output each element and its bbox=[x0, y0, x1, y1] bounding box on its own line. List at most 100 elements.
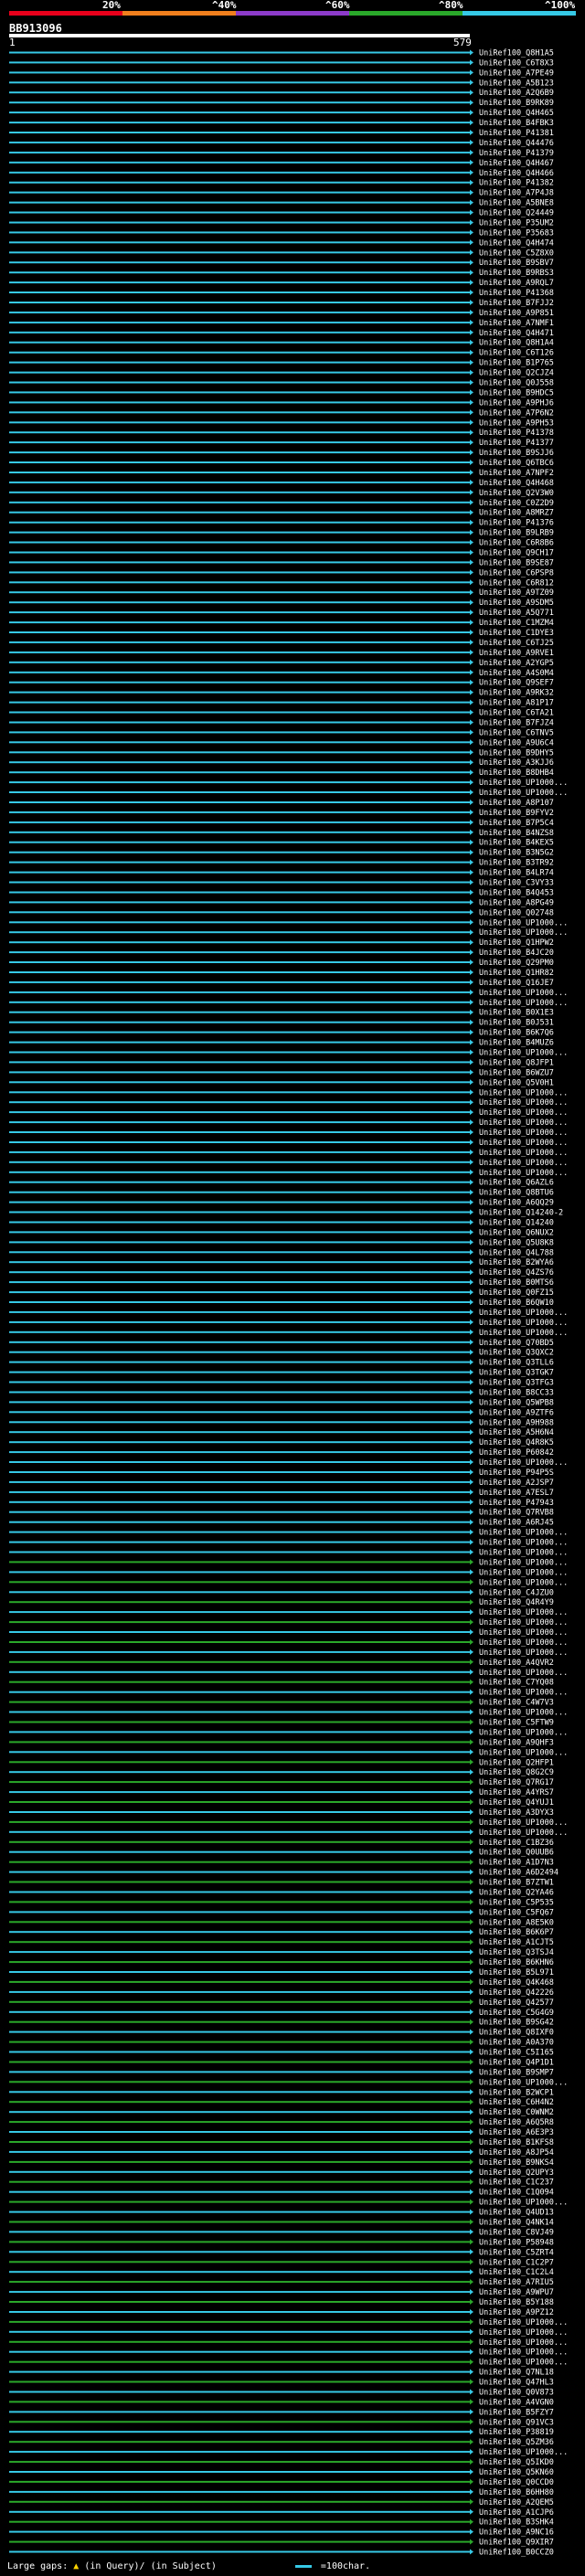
hit-label[interactable]: UniRef100_Q3QXC2 bbox=[479, 1349, 554, 1358]
hit-label[interactable]: UniRef100_UP1000... bbox=[479, 1539, 568, 1548]
hit-label[interactable]: UniRef100_A9RK32 bbox=[479, 689, 554, 698]
hit-label[interactable]: UniRef100_A2JSP7 bbox=[479, 1479, 554, 1488]
hit-label[interactable]: UniRef100_P58948 bbox=[479, 2238, 554, 2247]
hit-label[interactable]: UniRef100_A7RIU5 bbox=[479, 2278, 554, 2287]
hit-label[interactable]: UniRef100_Q14240-2 bbox=[479, 1209, 563, 1218]
hit-label[interactable]: UniRef100_B9SJJ6 bbox=[479, 449, 554, 458]
hit-label[interactable]: UniRef100_A4YRS7 bbox=[479, 1788, 554, 1797]
hit-label[interactable]: UniRef100_A3KJJ6 bbox=[479, 758, 554, 768]
hit-label[interactable]: UniRef100_Q3TSJ4 bbox=[479, 1948, 554, 1957]
hit-label[interactable]: UniRef100_UP1000... bbox=[479, 1558, 568, 1567]
hit-label[interactable]: UniRef100_A8P107 bbox=[479, 799, 554, 808]
hit-label[interactable]: UniRef100_B9LRB9 bbox=[479, 529, 554, 538]
hit-label[interactable]: UniRef100_Q6TBC6 bbox=[479, 459, 554, 468]
hit-label[interactable]: UniRef100_A5B123 bbox=[479, 79, 554, 88]
hit-label[interactable]: UniRef100_Q4R8K5 bbox=[479, 1438, 554, 1447]
hit-label[interactable]: UniRef100_UP1000... bbox=[479, 1818, 568, 1828]
hit-label[interactable]: UniRef100_UP1000... bbox=[479, 1638, 568, 1648]
hit-label[interactable]: UniRef100_Q0CCD0 bbox=[479, 2478, 554, 2487]
hit-label[interactable]: UniRef100_Q16JE7 bbox=[479, 979, 554, 988]
hit-label[interactable]: UniRef100_C6TJ25 bbox=[479, 639, 554, 648]
hit-label[interactable]: UniRef100_C5ZRT4 bbox=[479, 2248, 554, 2257]
hit-label[interactable]: UniRef100_B4FBK3 bbox=[479, 119, 554, 128]
hit-label[interactable]: UniRef100_A6QQ29 bbox=[479, 1199, 554, 1208]
hit-label[interactable]: UniRef100_A6D2494 bbox=[479, 1869, 558, 1878]
hit-label[interactable]: UniRef100_C5I165 bbox=[479, 2049, 554, 2058]
hit-label[interactable]: UniRef100_Q8BTU6 bbox=[479, 1189, 554, 1198]
hit-label[interactable]: UniRef100_A9PHJ6 bbox=[479, 398, 554, 408]
hit-label[interactable]: UniRef100_C6R812 bbox=[479, 578, 554, 588]
hit-label[interactable]: UniRef100_B7ZTW1 bbox=[479, 1879, 554, 1888]
hit-label[interactable]: UniRef100_A6E3P3 bbox=[479, 2128, 554, 2137]
hit-label[interactable]: UniRef100_Q5ZM36 bbox=[479, 2438, 554, 2447]
hit-label[interactable]: UniRef100_Q6NUX2 bbox=[479, 1228, 554, 1237]
hit-label[interactable]: UniRef100_Q2CJZ4 bbox=[479, 369, 554, 378]
hit-label[interactable]: UniRef100_Q1HR82 bbox=[479, 969, 554, 978]
hit-label[interactable]: UniRef100_Q3TGK7 bbox=[479, 1369, 554, 1378]
hit-label[interactable]: UniRef100_Q2V3W0 bbox=[479, 489, 554, 498]
hit-label[interactable]: UniRef100_P47943 bbox=[479, 1499, 554, 1508]
hit-label[interactable]: UniRef100_Q24449 bbox=[479, 209, 554, 218]
hit-label[interactable]: UniRef100_Q42577 bbox=[479, 1998, 554, 2008]
hit-label[interactable]: UniRef100_C5Z8X0 bbox=[479, 249, 554, 258]
hit-label[interactable]: UniRef100_Q1HPW2 bbox=[479, 938, 554, 948]
hit-label[interactable]: UniRef100_Q9CH17 bbox=[479, 549, 554, 558]
hit-label[interactable]: UniRef100_B7FJZ4 bbox=[479, 719, 554, 728]
hit-label[interactable]: UniRef100_UP1000... bbox=[479, 1578, 568, 1587]
hit-label[interactable]: UniRef100_A5BNE8 bbox=[479, 199, 554, 208]
hit-label[interactable]: UniRef100_A9U6C4 bbox=[479, 738, 554, 747]
hit-label[interactable]: UniRef100_B1KFS8 bbox=[479, 2138, 554, 2147]
hit-label[interactable]: UniRef100_C5G4G9 bbox=[479, 2009, 554, 2018]
hit-label[interactable]: UniRef100_Q9SEF7 bbox=[479, 679, 554, 688]
hit-label[interactable]: UniRef100_A9NC16 bbox=[479, 2528, 554, 2538]
hit-label[interactable]: UniRef100_C1C237 bbox=[479, 2178, 554, 2188]
hit-label[interactable]: UniRef100_Q8IXF0 bbox=[479, 2029, 554, 2038]
hit-label[interactable]: UniRef100_UP1000... bbox=[479, 999, 568, 1008]
hit-label[interactable]: UniRef100_P41382 bbox=[479, 179, 554, 188]
hit-label[interactable]: UniRef100_UP1000... bbox=[479, 2448, 568, 2457]
hit-label[interactable]: UniRef100_Q91VC3 bbox=[479, 2418, 554, 2427]
hit-label[interactable]: UniRef100_Q2UPY3 bbox=[479, 2168, 554, 2178]
hit-label[interactable]: UniRef100_C4W7V3 bbox=[479, 1699, 554, 1708]
hit-label[interactable]: UniRef100_C5P535 bbox=[479, 1898, 554, 1907]
hit-label[interactable]: UniRef100_B6HH80 bbox=[479, 2488, 554, 2497]
hit-label[interactable]: UniRef100_P60842 bbox=[479, 1448, 554, 1458]
hit-label[interactable]: UniRef100_Q4YUJ1 bbox=[479, 1798, 554, 1807]
hit-label[interactable]: UniRef100_UP1000... bbox=[479, 2359, 568, 2368]
hit-label[interactable]: UniRef100_Q14240 bbox=[479, 1219, 554, 1228]
hit-label[interactable]: UniRef100_UP1000... bbox=[479, 1169, 568, 1178]
hit-label[interactable]: UniRef100_Q5IKD0 bbox=[479, 2458, 554, 2467]
hit-label[interactable]: UniRef100_Q0FZ15 bbox=[479, 1288, 554, 1298]
hit-label[interactable]: UniRef100_B9NKS4 bbox=[479, 2158, 554, 2168]
hit-label[interactable]: UniRef100_B4Q453 bbox=[479, 889, 554, 898]
hit-label[interactable]: UniRef100_B9RK89 bbox=[479, 99, 554, 108]
hit-label[interactable]: UniRef100_UP1000... bbox=[479, 2338, 568, 2348]
hit-label[interactable]: UniRef100_P94P5S bbox=[479, 1468, 554, 1478]
hit-label[interactable]: UniRef100_C7YQ08 bbox=[479, 1679, 554, 1688]
hit-label[interactable]: UniRef100_Q4H474 bbox=[479, 239, 554, 248]
hit-label[interactable]: UniRef100_UP1000... bbox=[479, 1728, 568, 1737]
hit-label[interactable]: UniRef100_A7P4J8 bbox=[479, 189, 554, 198]
hit-label[interactable]: UniRef100_B9SG42 bbox=[479, 2019, 554, 2028]
hit-label[interactable]: UniRef100_A8E5K0 bbox=[479, 1918, 554, 1927]
hit-label[interactable]: UniRef100_Q70BD5 bbox=[479, 1339, 554, 1348]
hit-label[interactable]: UniRef100_C6TA21 bbox=[479, 709, 554, 718]
hit-label[interactable]: UniRef100_UP1000... bbox=[479, 1568, 568, 1577]
hit-label[interactable]: UniRef100_UP1000... bbox=[479, 1088, 568, 1097]
hit-label[interactable]: UniRef100_B0X1E3 bbox=[479, 1009, 554, 1018]
hit-label[interactable]: UniRef100_B4MUZ6 bbox=[479, 1039, 554, 1048]
hit-label[interactable]: UniRef100_P38819 bbox=[479, 2428, 554, 2437]
hit-label[interactable]: UniRef100_B9SBV7 bbox=[479, 259, 554, 268]
hit-label[interactable]: UniRef100_UP1000... bbox=[479, 1648, 568, 1658]
hit-label[interactable]: UniRef100_Q4K468 bbox=[479, 1978, 554, 1988]
hit-label[interactable]: UniRef100_C6H4N2 bbox=[479, 2098, 554, 2107]
hit-label[interactable]: UniRef100_B3SHK4 bbox=[479, 2518, 554, 2528]
hit-label[interactable]: UniRef100_B9FYV2 bbox=[479, 809, 554, 818]
hit-label[interactable]: UniRef100_UP1000... bbox=[479, 1829, 568, 1838]
hit-label[interactable]: UniRef100_B6WZU7 bbox=[479, 1068, 554, 1077]
hit-label[interactable]: UniRef100_B3N5G2 bbox=[479, 849, 554, 858]
hit-label[interactable]: UniRef100_C6TNV5 bbox=[479, 728, 554, 737]
hit-label[interactable]: UniRef100_UP1000... bbox=[479, 1529, 568, 1538]
hit-label[interactable]: UniRef100_Q9XIR7 bbox=[479, 2539, 554, 2548]
hit-label[interactable]: UniRef100_A7P6N2 bbox=[479, 408, 554, 418]
